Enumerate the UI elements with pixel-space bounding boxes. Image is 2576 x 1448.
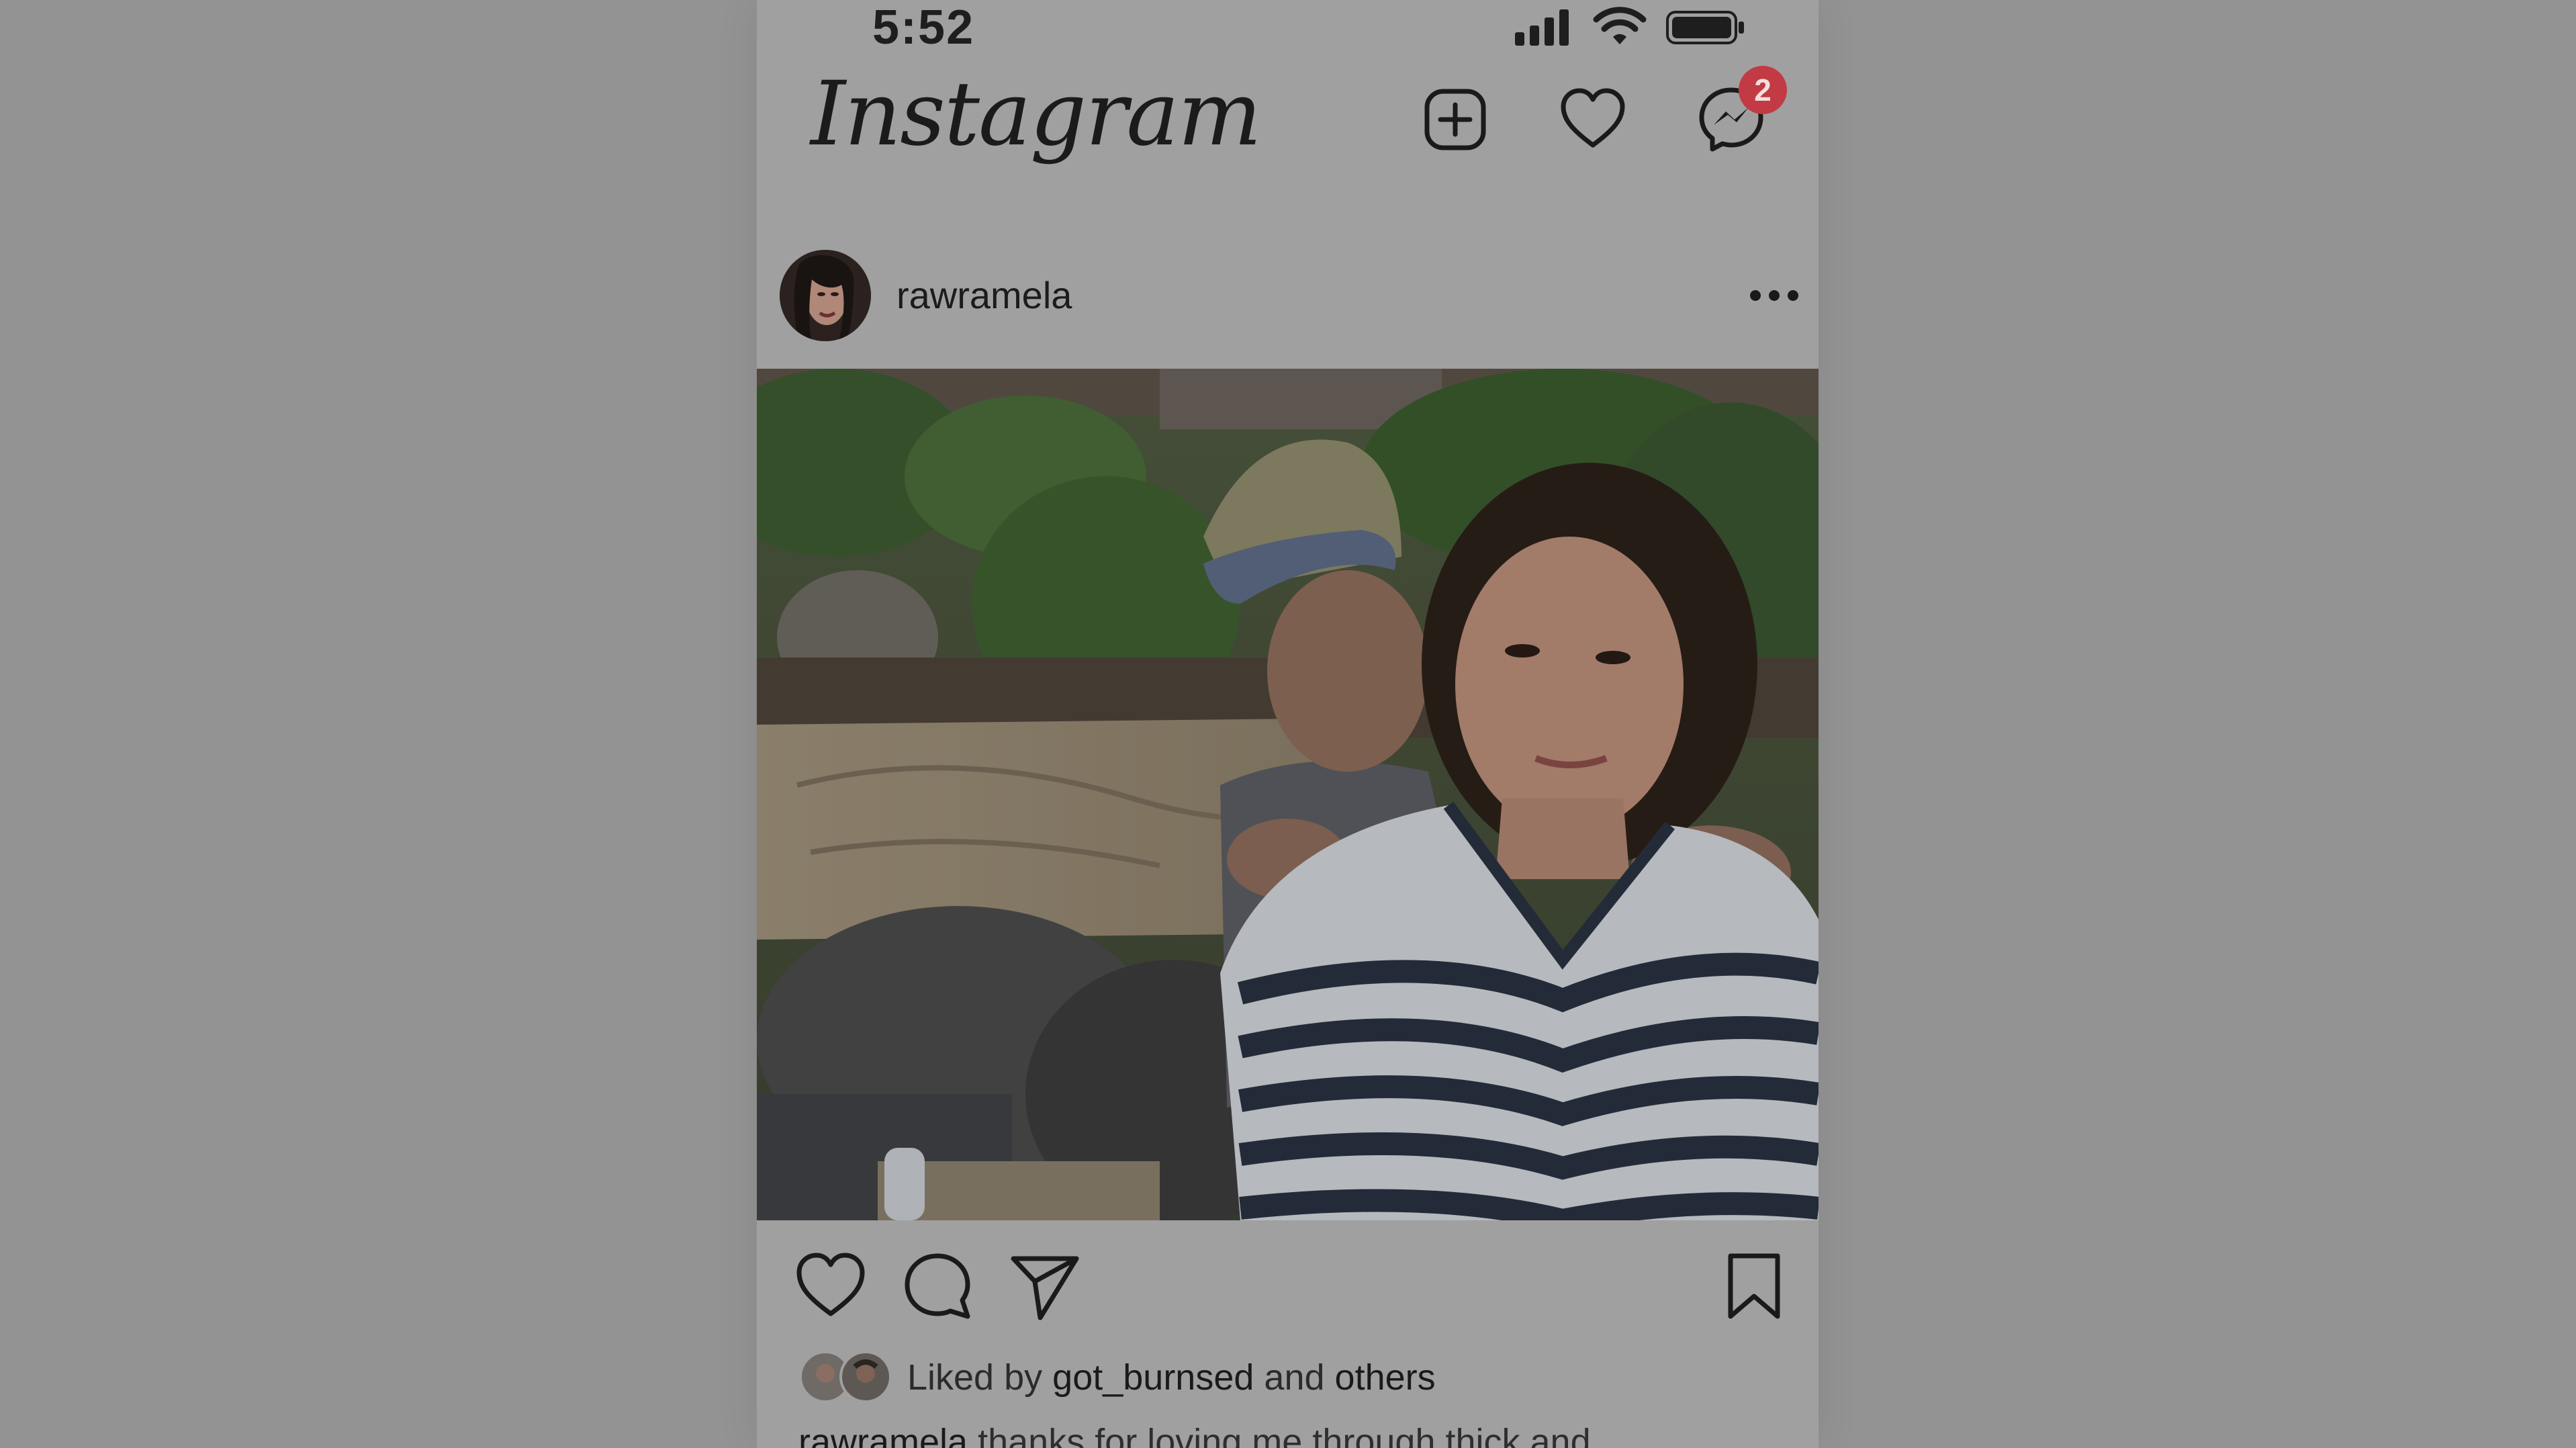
caption-text: thanks for loving me through thick and	[978, 1422, 1591, 1448]
activity-heart-icon[interactable]	[1559, 86, 1626, 153]
likes-prefix: Liked by	[907, 1357, 1043, 1398]
new-post-icon[interactable]	[1422, 86, 1489, 153]
likes-conjunction: and	[1264, 1357, 1325, 1398]
screen-backdrop: 5:52 Instagram 2 rawramela Liked by got_…	[0, 0, 2576, 1448]
cellular-signal-icon	[1515, 9, 1569, 46]
comment-icon[interactable]	[901, 1249, 974, 1323]
post-photo-image	[757, 369, 1819, 1220]
liked-by-avatars[interactable]	[798, 1351, 899, 1403]
likes-others-link[interactable]: others	[1335, 1357, 1436, 1398]
liked-by-user-link[interactable]: got_burnsed	[1052, 1357, 1254, 1398]
caption-username[interactable]: rawramela	[798, 1422, 968, 1448]
battery-icon	[1666, 11, 1744, 44]
instagram-logo[interactable]: Instagram	[811, 60, 1262, 168]
likes-summary: Liked by got_burnsed and others	[907, 1354, 1436, 1401]
post-caption: rawramela thanks for loving me through t…	[798, 1418, 1591, 1448]
like-icon[interactable]	[794, 1249, 868, 1323]
avatar-image	[780, 250, 871, 341]
post-username[interactable]: rawramela	[896, 272, 1072, 319]
phone-screen: 5:52 Instagram 2 rawramela Liked by got_…	[757, 0, 1819, 1448]
save-icon[interactable]	[1717, 1249, 1791, 1323]
post-photo[interactable]	[757, 369, 1819, 1220]
share-icon[interactable]	[1008, 1249, 1082, 1323]
status-icons	[1514, 7, 1746, 47]
wifi-icon	[1593, 7, 1647, 44]
avatar[interactable]	[780, 250, 871, 341]
more-options-icon[interactable]	[1737, 272, 1811, 319]
messenger-badge: 2	[1739, 66, 1787, 114]
status-time: 5:52	[872, 1, 975, 54]
